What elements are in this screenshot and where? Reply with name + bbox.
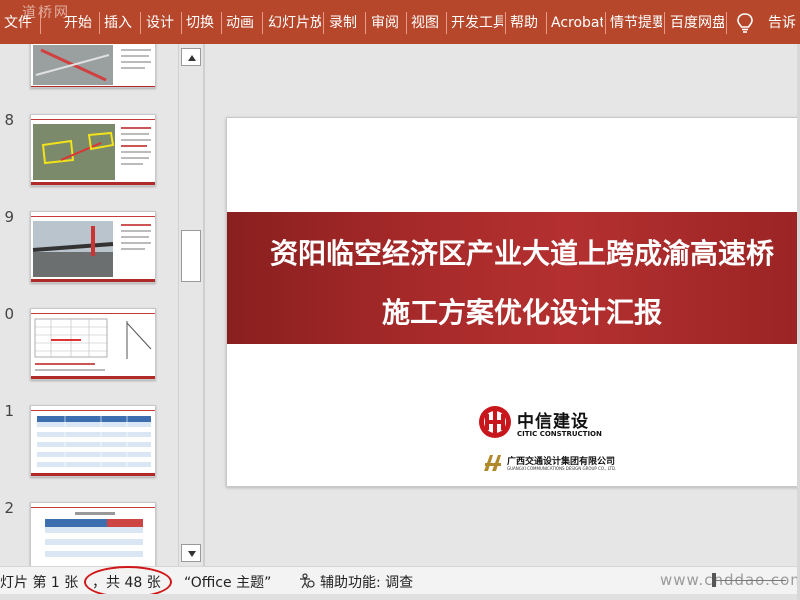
- tell-me-box[interactable]: 告诉: [768, 13, 800, 33]
- zoom-slider-track[interactable]: [716, 580, 786, 581]
- tab-separator: [406, 12, 407, 34]
- thumbnail-footer: [31, 473, 155, 476]
- pane-splitter[interactable]: [203, 44, 205, 566]
- scroll-thumb[interactable]: [181, 230, 201, 282]
- accessibility-icon[interactable]: [298, 573, 316, 589]
- guangxi-logo: [484, 455, 501, 471]
- slide-thumbnail[interactable]: [30, 44, 156, 88]
- tab-separator: [365, 12, 366, 34]
- thumbnail-image: [45, 512, 143, 563]
- tab-design[interactable]: 设计: [146, 13, 180, 33]
- thumbnail-image: [34, 318, 152, 371]
- tab-separator: [323, 12, 324, 34]
- tab-separator: [181, 12, 182, 34]
- slide-thumbnail-pane: 8 9 0 1 2: [0, 44, 178, 566]
- slide-number: 8: [4, 111, 14, 129]
- tab-separator: [505, 12, 506, 34]
- slide-thumbnail[interactable]: [30, 502, 156, 566]
- tab-developer[interactable]: 开发工具: [451, 13, 503, 33]
- scroll-down-button[interactable]: [181, 544, 201, 562]
- arrow-down-icon: [188, 551, 196, 557]
- tab-insert[interactable]: 插入: [104, 13, 138, 33]
- arrow-up-icon: [188, 55, 196, 61]
- slide-title-line2[interactable]: 施工方案优化设计汇报: [227, 291, 799, 331]
- tab-separator: [605, 12, 606, 34]
- tab-home[interactable]: 开始: [64, 13, 98, 33]
- slide-number: 9: [4, 208, 14, 226]
- tab-separator: [726, 12, 727, 34]
- ribbon: 道桥网 文件 开始 插入 设计 切换 动画 幻灯片放 录制 审阅 视图 开发工具…: [0, 0, 800, 44]
- tab-help[interactable]: 帮助: [510, 13, 544, 33]
- tab-separator: [664, 12, 665, 34]
- thumbnail-footer: [31, 376, 155, 379]
- tab-separator: [262, 12, 263, 34]
- guangxi-name-en: GUANGXI COMMUNICATIONS DESIGN GROUP CO.,…: [507, 466, 617, 471]
- zoom-slider-knob[interactable]: [712, 573, 716, 587]
- slide-thumbnail[interactable]: [30, 114, 156, 186]
- tab-storyboard[interactable]: 情节提要: [610, 13, 662, 33]
- tab-record[interactable]: 录制: [329, 13, 363, 33]
- thumbnail-image: [33, 124, 151, 180]
- tab-separator: [140, 12, 141, 34]
- tab-file[interactable]: 文件: [4, 13, 38, 33]
- tab-acrobat[interactable]: Acrobat: [551, 13, 603, 33]
- tab-review[interactable]: 审阅: [371, 13, 405, 33]
- slide-number: 0: [4, 305, 14, 323]
- slide-canvas[interactable]: 资阳临空经济区产业大道上跨成渝高速桥 施工方案优化设计汇报 中信建设 CITIC…: [226, 117, 800, 487]
- slide-thumbnail[interactable]: [30, 211, 156, 283]
- tab-slideshow[interactable]: 幻灯片放: [268, 13, 321, 33]
- slide-position-text[interactable]: 幻灯片 第 1 张: [0, 572, 78, 592]
- slide-number: 1: [4, 402, 14, 420]
- theme-name: “Office 主题”: [184, 575, 272, 591]
- tab-separator: [546, 12, 547, 34]
- tab-animations[interactable]: 动画: [226, 13, 260, 33]
- tab-baidu-netdisk[interactable]: 百度网盘: [670, 13, 724, 33]
- thumbnail-footer: [31, 182, 155, 185]
- slide-thumbnail[interactable]: [30, 405, 156, 477]
- lightbulb-icon[interactable]: [736, 12, 754, 34]
- tab-separator: [221, 12, 222, 34]
- title-banner: 资阳临空经济区产业大道上跨成渝高速桥 施工方案优化设计汇报: [227, 212, 799, 344]
- tab-separator: [99, 12, 100, 34]
- thumbnail-image: [32, 221, 151, 277]
- citic-name-cn: 中信建设: [517, 412, 589, 432]
- thumbnail-scrollbar[interactable]: [178, 44, 202, 566]
- citic-logo: [479, 406, 511, 438]
- thumbnail-image: [37, 416, 151, 467]
- thumbnail-footer: [31, 279, 155, 282]
- scroll-up-button[interactable]: [181, 48, 201, 66]
- tab-separator: [446, 12, 447, 34]
- tab-separator: [40, 12, 41, 34]
- slide-title-line1[interactable]: 资阳临空经济区产业大道上跨成渝高速桥: [227, 232, 799, 272]
- tab-view[interactable]: 视图: [411, 13, 445, 33]
- window-bottom-edge: [0, 594, 800, 600]
- thumbnail-image: [31, 45, 155, 87]
- citic-name-en: CITIC CONSTRUCTION: [517, 430, 602, 438]
- accessibility-status[interactable]: 辅助功能: 调查: [320, 572, 413, 592]
- slide-number: 2: [4, 499, 14, 517]
- tab-transitions[interactable]: 切换: [186, 13, 220, 33]
- slide-thumbnail[interactable]: [30, 308, 156, 380]
